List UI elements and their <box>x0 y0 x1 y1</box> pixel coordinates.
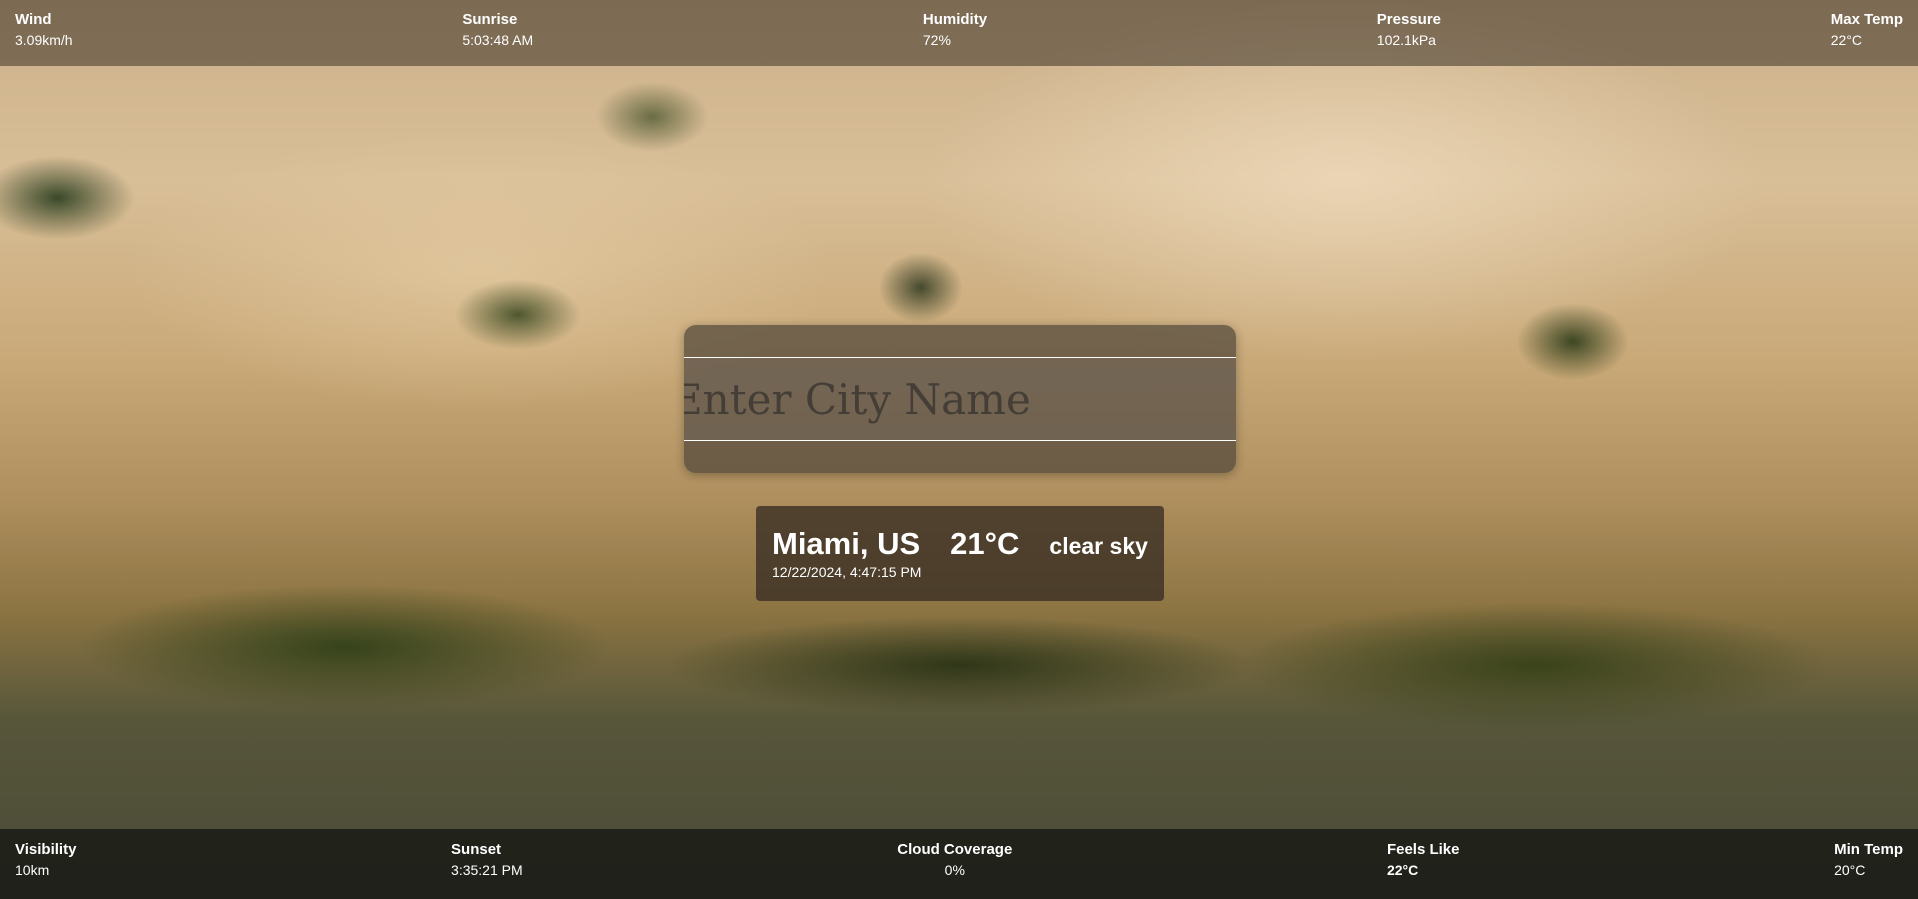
weather-description: clear sky <box>1049 533 1148 559</box>
feels-like-label: Feels Like <box>1386 841 1460 858</box>
wind-label: Wind <box>15 11 52 28</box>
humidity-value: 72% <box>922 32 951 48</box>
weather-summary-card: Miami, US 21°C clear sky 12/22/2024, 4:4… <box>756 506 1164 601</box>
city-search-input[interactable] <box>684 357 1236 441</box>
sunrise-value: 5:03:48 AM <box>462 32 534 48</box>
visibility-value: 10km <box>15 862 50 878</box>
visibility-label: Visibility <box>15 841 77 858</box>
feels-like-value: 22°C <box>1386 862 1419 878</box>
sunset-stat: Sunset 3:35:21 PM <box>451 840 523 899</box>
top-stats-bar: Wind 3.09km/h Sunrise 5:03:48 AM Humidit… <box>0 0 1918 66</box>
humidity-stat: Humidity 72% <box>923 10 987 66</box>
pressure-value: 102.1kPa <box>1376 32 1436 48</box>
wind-value: 3.09km/h <box>15 32 73 48</box>
feels-like-stat: Feels Like 22°C <box>1387 840 1460 899</box>
max-temp-label: Max Temp <box>1830 11 1903 28</box>
humidity-label: Humidity <box>922 11 988 28</box>
max-temp-stat: Max Temp 22°C <box>1831 10 1903 66</box>
cloud-coverage-value: 0% <box>944 862 965 878</box>
pressure-stat: Pressure 102.1kPa <box>1377 10 1441 66</box>
wind-stat: Wind 3.09km/h <box>15 10 73 66</box>
sunset-label: Sunset <box>451 841 502 858</box>
cloud-coverage-label: Cloud Coverage <box>897 841 1013 858</box>
sunrise-label: Sunrise <box>462 11 518 28</box>
weather-summary-row: Miami, US 21°C clear sky <box>772 526 1164 562</box>
min-temp-label: Min Temp <box>1834 841 1903 858</box>
min-temp-value: 20°C <box>1834 862 1866 878</box>
min-temp-stat: Min Temp 20°C <box>1834 840 1903 899</box>
sunset-value: 3:35:21 PM <box>451 862 523 878</box>
local-datetime: 12/22/2024, 4:47:15 PM <box>772 564 922 580</box>
current-temperature: 21°C <box>950 526 1020 561</box>
bottom-stats-bar: Visibility 10km Sunset 3:35:21 PM Cloud … <box>0 829 1918 899</box>
visibility-stat: Visibility 10km <box>15 840 76 899</box>
sunrise-stat: Sunrise 5:03:48 AM <box>462 10 533 66</box>
pressure-label: Pressure <box>1376 11 1442 28</box>
city-name: Miami, US <box>772 526 921 561</box>
max-temp-value: 22°C <box>1830 32 1863 48</box>
search-panel <box>684 325 1236 473</box>
cloud-coverage-stat: Cloud Coverage 0% <box>897 840 1012 899</box>
